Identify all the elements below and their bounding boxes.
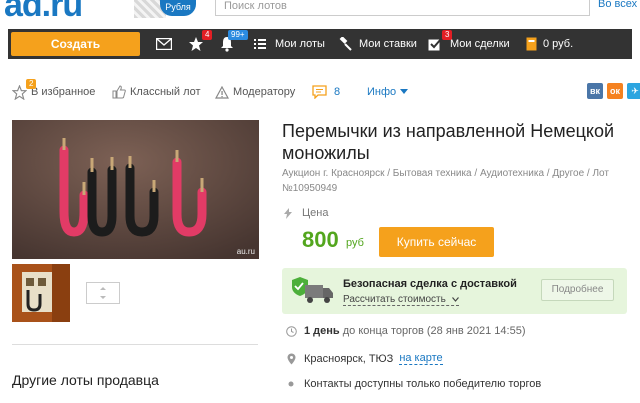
comment-icon: [312, 85, 327, 99]
photo-watermark: au.ru: [236, 247, 255, 256]
balance-nav[interactable]: 0 руб.: [526, 29, 573, 59]
map-link[interactable]: на карте: [399, 352, 443, 365]
balance-label: 0 руб.: [543, 38, 574, 50]
price-currency: руб: [346, 237, 364, 249]
other-seller-lots-heading[interactable]: Другие лоты продавца: [12, 372, 159, 388]
notifications-nav[interactable]: 99+: [220, 29, 248, 59]
create-button[interactable]: Создать: [11, 32, 140, 56]
messages-nav[interactable]: [156, 29, 172, 59]
thumbnail-image: [12, 264, 70, 322]
my-bids-nav[interactable]: Мои ставки: [338, 29, 417, 59]
class-lot-label: Классный лот: [130, 86, 201, 98]
safe-deal-panel: Безопасная сделка с доставкой Рассчитать…: [282, 268, 627, 314]
favorites-count-badge: 2: [26, 79, 37, 89]
clock-icon: [285, 325, 297, 337]
contacts-row: Контакты доступны только победителю торг…: [284, 378, 541, 390]
comments-count: 8: [334, 86, 341, 98]
lot-actions-bar: 2 В избранное Классный лот Модератору 8 …: [0, 78, 640, 106]
photo-thumbnail-1[interactable]: [12, 264, 70, 322]
location-row: Красноярск, ТЮЗ на карте: [284, 352, 443, 365]
warning-icon: [215, 85, 229, 99]
my-deals-nav[interactable]: 3 Мои сделки: [428, 29, 510, 59]
safe-deal-title: Безопасная сделка с доставкой: [343, 278, 517, 290]
vk-share-icon[interactable]: вк: [587, 83, 603, 99]
photo-placeholder-icon: [86, 282, 120, 304]
breadcrumb[interactable]: Аукцион г. Красноярск / Бытовая техника …: [282, 166, 622, 196]
lot-title: Перемычки из направленной Немецкой монож…: [282, 121, 615, 163]
my-lots-label: Мои лоты: [275, 38, 325, 50]
chevron-down-icon: [400, 89, 409, 94]
ok-share-icon[interactable]: ок: [607, 83, 623, 99]
telegram-share-icon[interactable]: ✈: [627, 83, 640, 99]
chevron-down-icon: [451, 297, 459, 302]
comments-button[interactable]: 8: [312, 82, 340, 102]
favorites-badge: 99+: [228, 30, 248, 40]
envelope-icon: [156, 38, 172, 50]
lot-main-photo[interactable]: au.ru: [12, 120, 259, 259]
lot-photo-image: [12, 120, 259, 259]
location-pin-icon: [287, 353, 295, 364]
photo-thumbnail-2[interactable]: [74, 264, 132, 322]
info-label: Инфо: [367, 86, 397, 98]
my-bids-label: Мои ставки: [359, 38, 417, 50]
my-lots-nav[interactable]: Мои лоты: [254, 29, 325, 59]
calculate-cost-label: Рассчитать стоимость: [343, 294, 446, 305]
my-deals-label: Мои сделки: [450, 38, 510, 50]
calculate-cost-link[interactable]: Рассчитать стоимость: [343, 294, 459, 306]
thumbs-up-icon: [112, 85, 126, 99]
deals-badge: 3: [442, 30, 453, 40]
favorites-label: В избранное: [31, 86, 96, 98]
price-label: Цена: [302, 207, 329, 219]
main-navbar: Создать 4 99+ Мои лоты Мои ставки 3 Мои …: [8, 29, 632, 59]
auction-time-row: 1 день до конца торгов (28 янв 2021 14:5…: [284, 325, 526, 337]
wallet-icon: [526, 37, 537, 51]
auction-end-date: (28 янв 2021 14:55): [423, 325, 526, 337]
logo-badge: Рубля: [160, 0, 196, 16]
add-to-favorites[interactable]: 2 В избранное: [12, 79, 96, 102]
site-header: ad.ru Рубля Поиск лотов Во всех: [0, 0, 640, 24]
lightning-icon: [284, 207, 292, 219]
location-text: Красноярск, ТЮЗ: [304, 352, 394, 365]
checkbox-icon: [428, 38, 442, 51]
contacts-note: Контакты доступны только победителю торг…: [304, 378, 542, 390]
favorites-nav[interactable]: 4: [188, 29, 213, 59]
buy-now-button[interactable]: Купить сейчас: [379, 227, 494, 257]
search-scope-link[interactable]: Во всех: [598, 0, 637, 10]
messages-badge: 4: [202, 30, 213, 40]
moderator-button[interactable]: Модератору: [215, 82, 295, 102]
time-remaining-suffix: до конца торгов: [339, 325, 424, 337]
price-value: 800: [302, 227, 339, 252]
delivery-truck-icon: [292, 277, 333, 303]
more-info-button[interactable]: Подробнее: [541, 279, 614, 301]
star-outline-icon: [12, 84, 27, 100]
search-input[interactable]: Поиск лотов: [215, 0, 590, 16]
gavel-icon: [339, 37, 352, 51]
class-lot-button[interactable]: Классный лот: [112, 82, 201, 102]
moderator-label: Модератору: [233, 86, 296, 98]
list-icon: [254, 39, 266, 49]
time-remaining: 1 день: [304, 325, 340, 337]
sidebar-divider: [12, 344, 258, 345]
price-label-row: Цена: [284, 207, 328, 219]
info-dropdown[interactable]: Инфо: [367, 82, 409, 102]
site-logo[interactable]: ad.ru: [4, 0, 83, 25]
bullet-icon: [288, 381, 294, 387]
